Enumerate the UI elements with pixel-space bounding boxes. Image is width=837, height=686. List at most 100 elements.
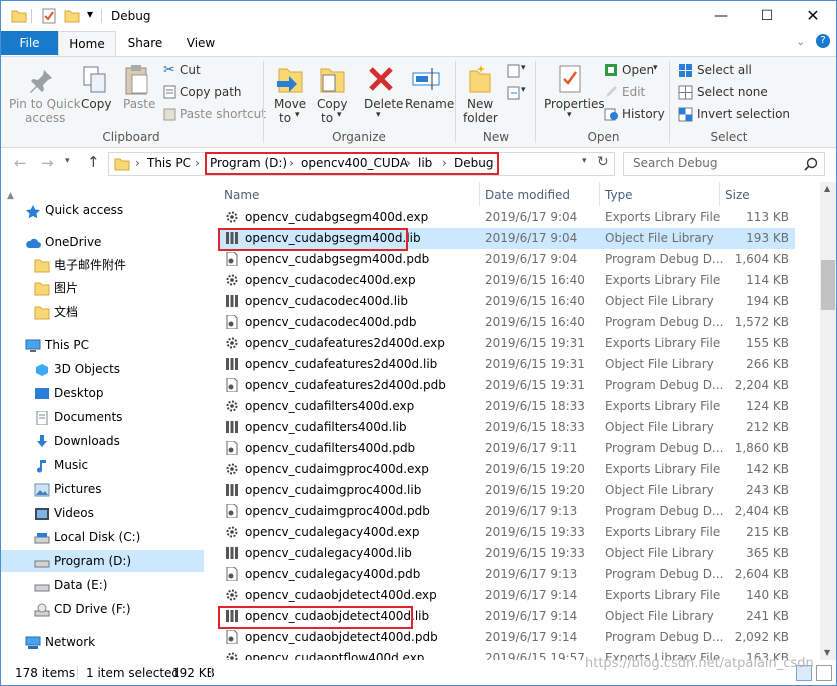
new-item-icon	[507, 64, 520, 78]
file-type: Exports Library File	[605, 336, 721, 350]
file-row[interactable]: opencv_cudacodec400d.exp 2019/6/15 16:40 E…	[220, 270, 795, 291]
vertical-scrollbar[interactable]: ▲ ▼	[820, 182, 836, 660]
file-row[interactable]: opencv_cudaobjdetect400d.exp 2019/6/17 9:…	[220, 585, 795, 606]
address-dropdown-icon[interactable]: ▾	[582, 156, 587, 166]
file-row[interactable]: opencv_cudafilters400d.lib 2019/6/15 18:3…	[220, 417, 795, 438]
computer-icon	[25, 338, 41, 352]
file-date: 2019/6/15 16:40	[485, 315, 585, 329]
file-type: Object File Library	[605, 483, 714, 497]
file-row[interactable]: opencv_cudalegacy400d.pdb 2019/6/17 9:13 P…	[220, 564, 795, 585]
file-row[interactable]: opencv_cudabgsegm400d.pdb 2019/6/17 9:04 P…	[220, 249, 795, 270]
ribbon-collapse-icon[interactable]: ⌄	[796, 35, 805, 48]
help-icon[interactable]: ?	[816, 34, 830, 48]
file-name: opencv_cudafeatures2d400d.pdb	[245, 378, 446, 392]
open-icon	[605, 64, 617, 76]
nav-label: Program (D:)	[54, 554, 132, 568]
column-header-name[interactable]: Name	[224, 188, 259, 202]
watermark: https://blog.csdn.net/atpalain_csdn	[585, 656, 814, 671]
search-input[interactable]: Search Debug	[633, 156, 718, 170]
video-icon	[34, 506, 50, 520]
column-header-date[interactable]: Date modified	[485, 188, 570, 202]
nav-scroll-up-icon[interactable]: ▲	[7, 191, 14, 201]
exp-file-icon	[225, 336, 239, 350]
file-row[interactable]: opencv_cudaimgproc400d.exp 2019/6/15 19:2…	[220, 459, 795, 480]
nav-label: Documents	[54, 410, 123, 424]
recent-locations-icon[interactable]: ▾	[65, 156, 70, 166]
pdb-file-icon	[225, 251, 239, 267]
file-row[interactable]: opencv_cudaobjdetect400d.pdb 2019/6/17 9:…	[220, 627, 795, 648]
properties-quick-icon[interactable]	[41, 8, 57, 24]
scroll-down-icon[interactable]: ▼	[824, 648, 830, 657]
file-row[interactable]: opencv_cudafilters400d.exp 2019/6/15 18:3…	[220, 396, 795, 417]
drive-icon	[34, 530, 50, 544]
forward-icon[interactable]: →	[41, 154, 54, 172]
file-date: 2019/6/15 19:31	[485, 336, 585, 350]
file-type: Object File Library	[605, 546, 714, 560]
quick-access-dropdown-icon[interactable]: ▾	[87, 7, 93, 21]
file-type: Object File Library	[605, 420, 714, 434]
network-icon	[25, 635, 41, 649]
file-row[interactable]: opencv_cudabgsegm400d.exp 2019/6/17 9:04 E…	[220, 207, 795, 228]
column-header-type[interactable]: Type	[605, 188, 633, 202]
file-date: 2019/6/15 16:40	[485, 273, 585, 287]
file-row[interactable]: opencv_cudaimgproc400d.lib 2019/6/15 19:2…	[220, 480, 795, 501]
back-icon[interactable]: ←	[14, 154, 27, 172]
tab-share[interactable]: Share	[117, 31, 173, 55]
refresh-icon[interactable]: ↻	[597, 154, 609, 170]
paste-label: Paste	[123, 97, 156, 111]
file-date: 2019/6/15 19:33	[485, 546, 585, 560]
select-all-icon	[679, 64, 692, 77]
file-date: 2019/6/15 16:40	[485, 294, 585, 308]
select-group-title: Select	[710, 130, 748, 144]
file-date: 2019/6/15 19:20	[485, 483, 585, 497]
file-size: 142 KB	[746, 462, 789, 476]
row-highlight	[218, 228, 408, 251]
folder-icon	[34, 258, 50, 273]
file-date: 2019/6/17 9:13	[485, 567, 578, 581]
file-name: opencv_cudabgsegm400d.pdb	[245, 252, 430, 266]
scroll-up-icon[interactable]: ▲	[824, 184, 830, 193]
up-icon[interactable]: ↑	[87, 153, 100, 171]
copy-to-label-1: Copy	[317, 97, 348, 111]
crumb-sep: ›	[135, 156, 140, 170]
search-box[interactable]: Search Debug	[623, 152, 825, 176]
crumb-this-pc[interactable]: This PC	[147, 156, 191, 170]
file-date: 2019/6/15 18:33	[485, 399, 585, 413]
maximize-button[interactable]: ☐	[744, 1, 790, 31]
file-row[interactable]: opencv_cudalegacy400d.lib 2019/6/15 19:33…	[220, 543, 795, 564]
file-type: Exports Library File	[605, 588, 721, 602]
pdb-file-icon	[225, 377, 239, 393]
file-row[interactable]: opencv_cudafilters400d.pdb 2019/6/17 9:11…	[220, 438, 795, 459]
address-highlight	[205, 152, 499, 175]
select-none-label: Select none	[697, 85, 768, 99]
nav-label: Quick access	[45, 203, 124, 217]
file-row[interactable]: opencv_cudafeatures2d400d.lib 2019/6/15 1…	[220, 354, 795, 375]
file-name: opencv_cudaobjdetect400d.pdb	[245, 630, 438, 644]
rename-icon	[412, 68, 440, 90]
exp-file-icon	[225, 651, 239, 660]
close-button[interactable]: ✕	[790, 1, 836, 31]
file-row[interactable]: opencv_cudaimgproc400d.pdb 2019/6/17 9:13…	[220, 501, 795, 522]
file-type: Object File Library	[605, 294, 714, 308]
large-icons-view-icon[interactable]	[816, 665, 832, 681]
file-row[interactable]: opencv_cudafeatures2d400d.pdb 2019/6/15 1…	[220, 375, 795, 396]
lib-file-icon	[225, 420, 239, 434]
pdb-file-icon	[225, 314, 239, 330]
tab-view[interactable]: View	[173, 31, 229, 55]
minimize-button[interactable]: —	[698, 1, 744, 31]
folder-icon	[34, 281, 50, 296]
lib-file-icon	[225, 357, 239, 371]
tab-home[interactable]: Home	[58, 31, 116, 57]
file-name: opencv_cudacodec400d.pdb	[245, 315, 417, 329]
file-name: opencv_cudaimgproc400d.lib	[245, 483, 422, 497]
file-name: opencv_cudabgsegm400d.exp	[245, 210, 429, 224]
new-folder-quick-icon[interactable]	[64, 8, 80, 24]
file-row[interactable]: opencv_cudafeatures2d400d.exp 2019/6/15 1…	[220, 333, 795, 354]
scroll-thumb[interactable]	[821, 260, 835, 310]
tab-file[interactable]: File	[1, 31, 58, 55]
file-row[interactable]: opencv_cudacodec400d.lib 2019/6/15 16:40 O…	[220, 291, 795, 312]
file-row[interactable]: opencv_cudalegacy400d.exp 2019/6/15 19:33…	[220, 522, 795, 543]
file-size: 241 KB	[746, 609, 789, 623]
column-header-size[interactable]: Size	[725, 188, 750, 202]
file-row[interactable]: opencv_cudacodec400d.pdb 2019/6/15 16:40 P…	[220, 312, 795, 333]
